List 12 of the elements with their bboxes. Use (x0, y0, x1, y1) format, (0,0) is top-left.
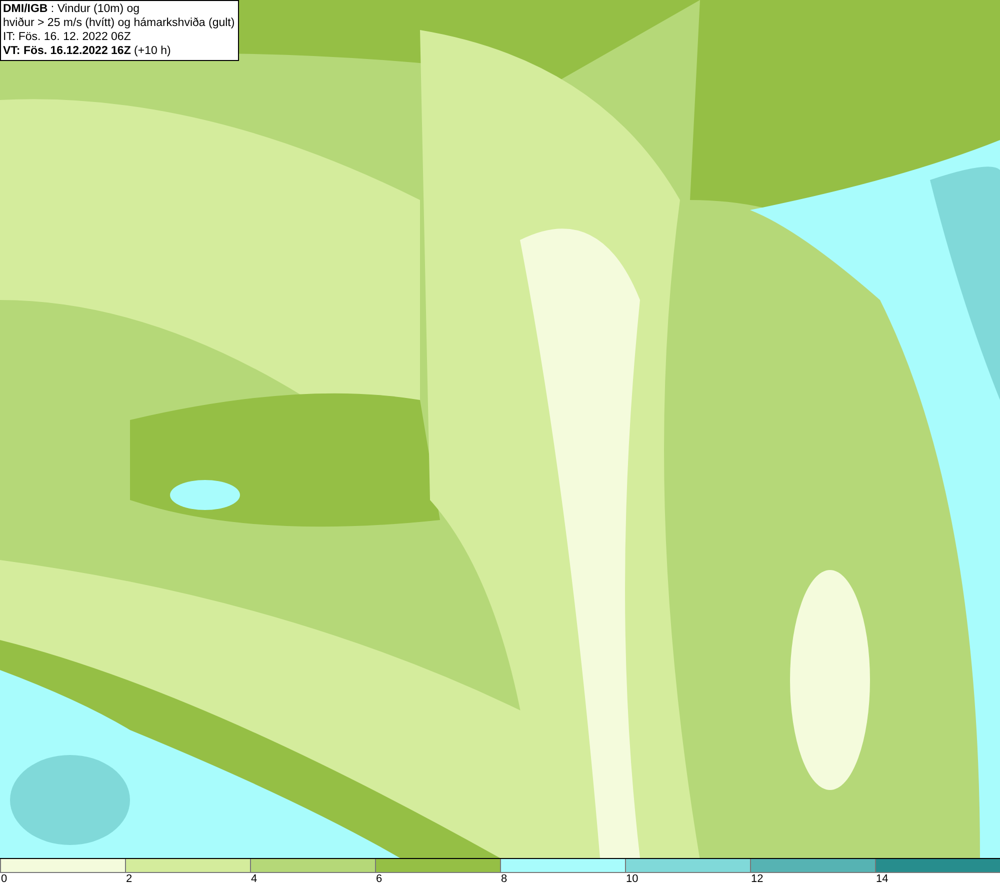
legend-tick-label: 6 (375, 873, 382, 886)
legend-tick-label: 4 (250, 873, 258, 886)
legend-tick-label: 14 (875, 873, 888, 886)
title-line: VT: Fös. 16.12.2022 16Z (+10 h) (3, 44, 172, 58)
legend-tick-label: 8 (500, 873, 508, 886)
legend-tick-label: 2 (125, 873, 132, 886)
legend-tick-label: 10 (625, 873, 638, 886)
title-line: hviður > 25 m/s (hvítt) og hámarkshviða (gult) (3, 16, 235, 30)
title-line: DMI/IGB : Vindur (10m) og (3, 2, 141, 16)
legend-tick-label: 12 (750, 873, 764, 886)
title-line: IT: Fös. 16. 12. 2022 06Z (3, 30, 132, 44)
legend-tick-label: 0 (0, 873, 8, 886)
